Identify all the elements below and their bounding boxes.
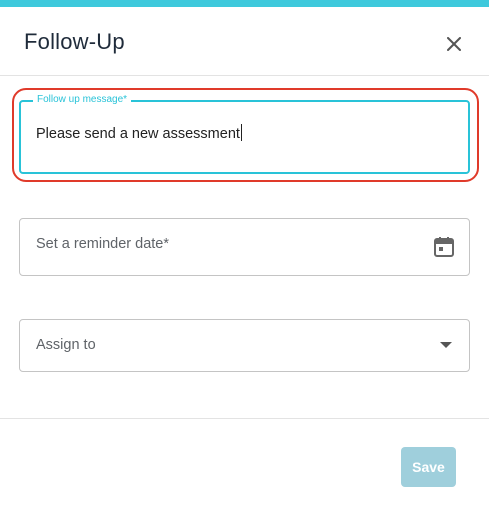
follow-up-message-text: Please send a new assessment — [36, 126, 240, 142]
text-caret — [240, 124, 242, 141]
follow-up-message-label: Follow up message* — [33, 94, 132, 106]
dialog-header: Follow-Up — [0, 7, 489, 76]
follow-up-message-value: Please send a new assessment — [36, 124, 242, 143]
footer-divider — [0, 418, 489, 419]
dialog-title: Follow-Up — [24, 29, 125, 54]
follow-up-dialog: Follow-Up Follow up message* Please send… — [0, 0, 489, 513]
calendar-icon[interactable] — [432, 235, 456, 259]
reminder-date-placeholder: Set a reminder date* — [36, 236, 169, 252]
follow-up-message-input[interactable]: Follow up message* Please send a new ass… — [19, 94, 470, 174]
close-button[interactable] — [440, 30, 468, 58]
top-accent-bar — [0, 0, 489, 7]
assign-to-placeholder: Assign to — [36, 337, 96, 353]
close-icon — [447, 37, 461, 51]
chevron-down-icon — [440, 342, 452, 348]
save-button[interactable]: Save — [401, 447, 456, 487]
reminder-date-input[interactable]: Set a reminder date* — [19, 218, 470, 276]
assign-to-select[interactable]: Assign to — [19, 319, 470, 372]
